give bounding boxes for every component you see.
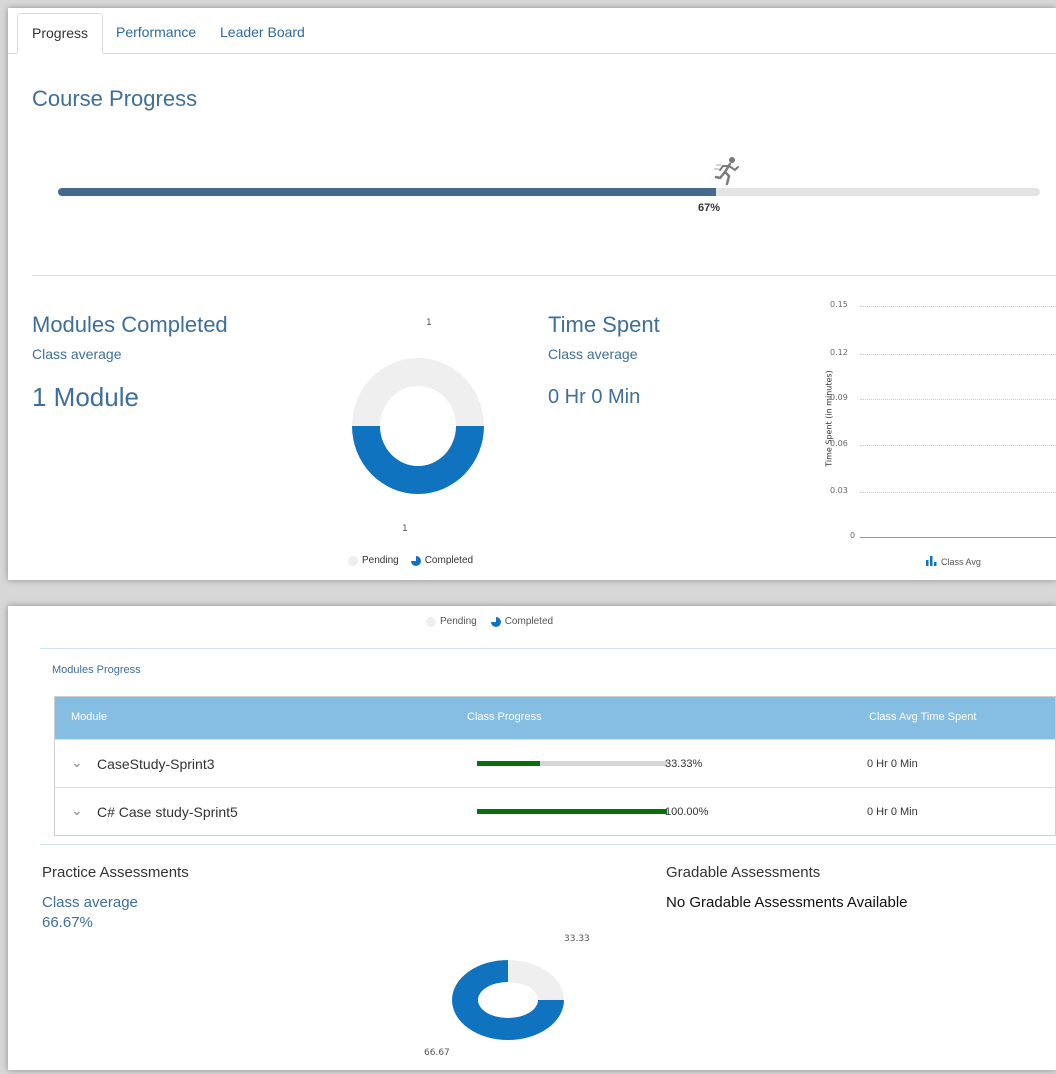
y-tick: 0 xyxy=(850,531,856,540)
tab-bar: Progress Performance Leader Board xyxy=(8,8,1056,54)
bar-chart-icon xyxy=(926,556,937,568)
practice-class-average-label: Class average xyxy=(42,894,138,911)
legend-completed-label: Completed xyxy=(504,616,554,627)
modules-table: Module Class Progress Class Avg Time Spe… xyxy=(54,696,1056,836)
tab-progress[interactable]: Progress xyxy=(17,13,104,54)
module-name: CaseStudy-Sprint3 xyxy=(97,756,215,772)
x-axis-line xyxy=(860,537,1056,538)
practice-assessments-title: Practice Assessments xyxy=(42,864,189,881)
no-gradable-message: No Gradable Assessments Available xyxy=(666,894,908,911)
time-spent-title: Time Spent xyxy=(548,312,660,337)
gridline xyxy=(860,492,1056,493)
module-progress-percent: 100.00% xyxy=(665,806,709,818)
chevron-down-icon[interactable]: ⌄ xyxy=(71,802,83,819)
gridline xyxy=(860,306,1056,307)
section-divider xyxy=(32,275,1056,276)
time-chart-legend: Class Avg xyxy=(926,556,981,568)
y-axis-label: Time Spent (in minutes) xyxy=(824,370,834,467)
practice-class-average-value: 66.67% xyxy=(42,914,93,931)
time-class-average-label: Class average xyxy=(548,346,638,362)
legend-class-avg-label: Class Avg xyxy=(941,557,981,567)
practice-pending-slice xyxy=(508,960,564,1000)
time-spent-value: 0 Hr 0 Min xyxy=(548,386,641,408)
module-progress-bar xyxy=(477,761,667,766)
pending-legend-icon xyxy=(426,616,436,627)
course-progress-bar xyxy=(58,188,1040,196)
section-divider xyxy=(40,844,1056,845)
gridline xyxy=(860,445,1056,446)
column-header-module: Module xyxy=(71,711,108,723)
column-header-class-progress: Class Progress xyxy=(467,711,542,723)
y-tick: 0.15 xyxy=(830,300,848,309)
donut-pending-slice xyxy=(352,358,484,426)
module-progress-percent: 33.33% xyxy=(665,758,703,770)
runner-icon xyxy=(714,156,740,191)
tab-leader-board[interactable]: Leader Board xyxy=(206,13,319,54)
module-time-spent: 0 Hr 0 Min xyxy=(867,758,918,770)
completed-legend-icon xyxy=(410,555,421,566)
modules-panel: Pending Completed Modules Progress Modul… xyxy=(8,606,1056,1070)
course-progress-fill xyxy=(58,188,716,196)
course-progress-percent: 67% xyxy=(698,202,721,214)
module-progress-fill xyxy=(477,809,667,814)
modules-class-average-label: Class average xyxy=(32,346,122,362)
section-divider xyxy=(40,648,1056,649)
gridline xyxy=(860,354,1056,355)
table-row[interactable]: ⌄ C# Case study-Sprint5 100.00% 0 Hr 0 M… xyxy=(55,787,1055,835)
legend-pending-label: Pending xyxy=(362,555,399,566)
table-row[interactable]: ⌄ CaseStudy-Sprint3 33.33% 0 Hr 0 Min xyxy=(55,739,1055,787)
gridline xyxy=(860,399,1056,400)
progress-panel: Progress Performance Leader Board Course… xyxy=(8,8,1056,580)
modules-progress-title: Modules Progress xyxy=(52,664,141,676)
modules-completed-title: Modules Completed xyxy=(32,312,228,337)
y-tick: 0.03 xyxy=(830,486,848,495)
donut-bottom-label: 1 xyxy=(402,524,408,534)
legend-pending-label: Pending xyxy=(440,616,477,627)
module-progress-fill xyxy=(477,761,541,766)
gradable-assessments-title: Gradable Assessments xyxy=(666,864,821,881)
pending-legend-icon xyxy=(348,555,358,566)
module-progress-bar xyxy=(477,809,667,814)
completed-legend-icon xyxy=(490,616,501,627)
modules-donut-chart xyxy=(352,358,484,494)
donut-top-label: 1 xyxy=(426,318,432,328)
course-progress-title: Course Progress xyxy=(32,86,198,111)
modules-donut-legend: Pending Completed xyxy=(348,555,473,566)
legend-completed-label: Completed xyxy=(424,555,474,566)
tab-performance[interactable]: Performance xyxy=(102,13,210,54)
chevron-down-icon[interactable]: ⌄ xyxy=(71,754,83,771)
practice-donut-top-label: 33.33 xyxy=(564,934,590,944)
column-header-time: Class Avg Time Spent xyxy=(869,711,977,723)
table-header: Module Class Progress Class Avg Time Spe… xyxy=(55,697,1055,739)
modules-completed-value: 1 Module xyxy=(32,382,139,412)
practice-donut-bottom-label: 66.67 xyxy=(424,1048,450,1058)
donut-completed-slice xyxy=(352,426,484,494)
practice-donut-chart xyxy=(452,960,564,1040)
module-time-spent: 0 Hr 0 Min xyxy=(867,806,918,818)
module-name: C# Case study-Sprint5 xyxy=(97,804,238,820)
bottom-donut-legend: Pending Completed xyxy=(426,616,553,627)
